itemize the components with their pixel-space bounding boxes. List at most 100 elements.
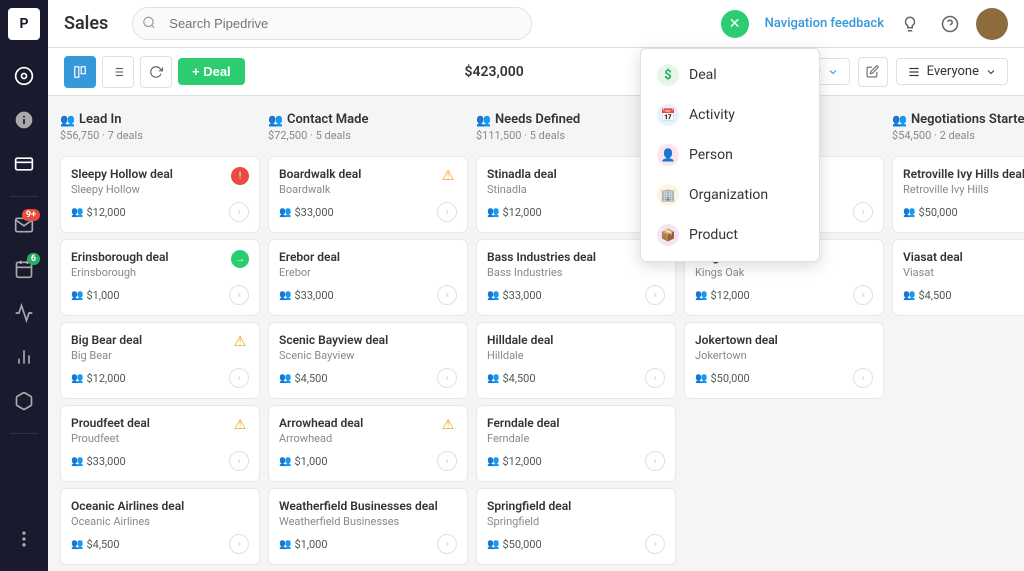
close-button[interactable]: ✕ xyxy=(721,10,749,38)
deal-card[interactable]: Erebor deal Erebor $33,000 › xyxy=(268,239,468,316)
card-subtitle: Retroville Ivy Hills xyxy=(903,183,1024,196)
card-next-button[interactable]: › xyxy=(229,534,249,554)
card-next-button[interactable]: › xyxy=(853,202,873,222)
nav-feedback-link[interactable]: Navigation feedback xyxy=(765,16,884,31)
card-title: Weatherfield Businesses deal xyxy=(279,499,457,513)
card-next-button[interactable]: › xyxy=(437,451,457,471)
card-title: Erinsborough deal xyxy=(71,250,249,264)
sidebar-item-analytics[interactable] xyxy=(4,337,44,377)
column-lead-in: 👥 Lead In $56,750 · 7 deals ! Sleepy Hol… xyxy=(60,108,260,559)
sidebar-item-more[interactable] xyxy=(4,519,44,559)
dropdown-product-item[interactable]: 📦 Product xyxy=(641,215,819,255)
sidebar-item-calendar[interactable]: 6 xyxy=(4,249,44,289)
column-title-text: Contact Made xyxy=(287,112,369,127)
card-next-button[interactable]: › xyxy=(645,368,665,388)
card-next-button[interactable]: › xyxy=(645,285,665,305)
card-amount: $50,000 xyxy=(487,538,542,551)
deal-card[interactable]: Weatherfield Businesses deal Weatherfiel… xyxy=(268,488,468,565)
card-next-button[interactable]: › xyxy=(229,202,249,222)
lightbulb-icon[interactable] xyxy=(896,10,924,38)
deal-card[interactable]: Scenic Bayview deal Scenic Bayview $4,50… xyxy=(268,322,468,399)
card-title: Scenic Bayview deal xyxy=(279,333,457,347)
email-badge: 9+ xyxy=(22,209,40,221)
card-next-button[interactable]: › xyxy=(853,285,873,305)
deal-card[interactable]: ⚠ Arrowhead deal Arrowhead $1,000 › xyxy=(268,405,468,482)
deal-card[interactable]: ! Sleepy Hollow deal Sleepy Hollow $12,0… xyxy=(60,156,260,233)
column-negotiations-started: 👥 Negotiations Started $54,500 · 2 deals… xyxy=(892,108,1024,559)
card-next-button[interactable]: › xyxy=(229,451,249,471)
deal-card[interactable]: Viasat deal Viasat $4,500 › xyxy=(892,239,1024,316)
user-avatar[interactable] xyxy=(976,8,1008,40)
card-subtitle: Proudfeet xyxy=(71,432,249,445)
card-next-button[interactable]: › xyxy=(853,368,873,388)
card-subtitle: Ferndale xyxy=(487,432,665,445)
dropdown-deal-label: Deal xyxy=(689,67,717,83)
card-title: Hilldale deal xyxy=(487,333,665,347)
add-deal-button[interactable]: + Deal xyxy=(178,58,245,85)
sidebar-item-products[interactable] xyxy=(4,381,44,421)
card-subtitle: Springfield xyxy=(487,515,665,528)
card-next-button[interactable]: › xyxy=(437,285,457,305)
deal-card[interactable]: ⚠ Big Bear deal Big Bear $12,000 › xyxy=(60,322,260,399)
card-footer: $1,000 › xyxy=(71,285,249,305)
card-subtitle: Arrowhead xyxy=(279,432,457,445)
card-next-button[interactable]: › xyxy=(229,285,249,305)
card-title: Proudfeet deal xyxy=(71,416,249,430)
kanban-view-button[interactable] xyxy=(64,56,96,88)
dropdown-deal-item[interactable]: $ Deal xyxy=(641,55,819,95)
deal-card[interactable]: ⚠ Boardwalk deal Boardwalk $33,000 › xyxy=(268,156,468,233)
column-title-text: Needs Defined xyxy=(495,112,580,127)
card-next-button[interactable]: › xyxy=(437,534,457,554)
everyone-filter[interactable]: Everyone xyxy=(896,58,1008,85)
sidebar: P 9+ 6 xyxy=(0,0,48,571)
card-next-button[interactable]: › xyxy=(229,368,249,388)
dropdown-activity-item[interactable]: 📅 Activity xyxy=(641,95,819,135)
card-title: Oceanic Airlines deal xyxy=(71,499,249,513)
search-icon xyxy=(142,14,156,33)
card-footer: $33,000 › xyxy=(487,285,665,305)
dropdown-activity-label: Activity xyxy=(689,107,735,123)
warning-indicator: ⚠ xyxy=(231,333,249,351)
column-icon: 👥 xyxy=(60,113,75,127)
sidebar-item-home[interactable] xyxy=(4,56,44,96)
card-subtitle: Boardwalk xyxy=(279,183,457,196)
deal-card[interactable]: → Erinsborough deal Erinsborough $1,000 … xyxy=(60,239,260,316)
list-view-button[interactable] xyxy=(102,56,134,88)
dropdown-person-item[interactable]: 👤 Person xyxy=(641,135,819,175)
edit-pipeline-button[interactable] xyxy=(858,57,888,87)
card-amount: $1,000 xyxy=(279,455,328,468)
dropdown-organization-item[interactable]: 🏢 Organization xyxy=(641,175,819,215)
sidebar-item-deals[interactable] xyxy=(4,100,44,140)
card-amount: $4,500 xyxy=(279,372,328,385)
view-controls: + Deal xyxy=(64,56,245,88)
deal-card[interactable]: Jokertown deal Jokertown $50,000 › xyxy=(684,322,884,399)
card-next-button[interactable]: › xyxy=(437,368,457,388)
card-amount: $4,500 xyxy=(71,538,120,551)
header: Sales ✕ Navigation feedback xyxy=(48,0,1024,48)
refresh-view-button[interactable] xyxy=(140,56,172,88)
deal-card[interactable]: Springfield deal Springfield $50,000 › xyxy=(476,488,676,565)
card-subtitle: Hilldale xyxy=(487,349,665,362)
deal-card[interactable]: Oceanic Airlines deal Oceanic Airlines $… xyxy=(60,488,260,565)
card-title: Bass Industries deal xyxy=(487,250,665,264)
deal-card[interactable]: → Retroville Ivy Hills deal Retroville I… xyxy=(892,156,1024,233)
sidebar-item-money[interactable] xyxy=(4,144,44,184)
card-next-button[interactable]: › xyxy=(645,451,665,471)
deal-card[interactable]: Hilldale deal Hilldale $4,500 › xyxy=(476,322,676,399)
person-icon: 👤 xyxy=(657,144,679,166)
card-title: Viasat deal xyxy=(903,250,1024,264)
app-logo[interactable]: P xyxy=(8,8,40,40)
search-input[interactable] xyxy=(132,7,532,40)
help-icon[interactable] xyxy=(936,10,964,38)
sidebar-item-email[interactable]: 9+ xyxy=(4,205,44,245)
card-title: Sleepy Hollow deal xyxy=(71,167,249,181)
card-subtitle: Big Bear xyxy=(71,349,249,362)
column-meta: $54,500 · 2 deals xyxy=(892,129,1024,142)
deal-card[interactable]: Ferndale deal Ferndale $12,000 › xyxy=(476,405,676,482)
card-next-button[interactable]: › xyxy=(437,202,457,222)
card-next-button[interactable]: › xyxy=(645,534,665,554)
deal-card[interactable]: ⚠ Proudfeet deal Proudfeet $33,000 › xyxy=(60,405,260,482)
card-footer: $50,000 › xyxy=(903,202,1024,222)
card-amount: $33,000 xyxy=(487,289,542,302)
sidebar-item-reports[interactable] xyxy=(4,293,44,333)
